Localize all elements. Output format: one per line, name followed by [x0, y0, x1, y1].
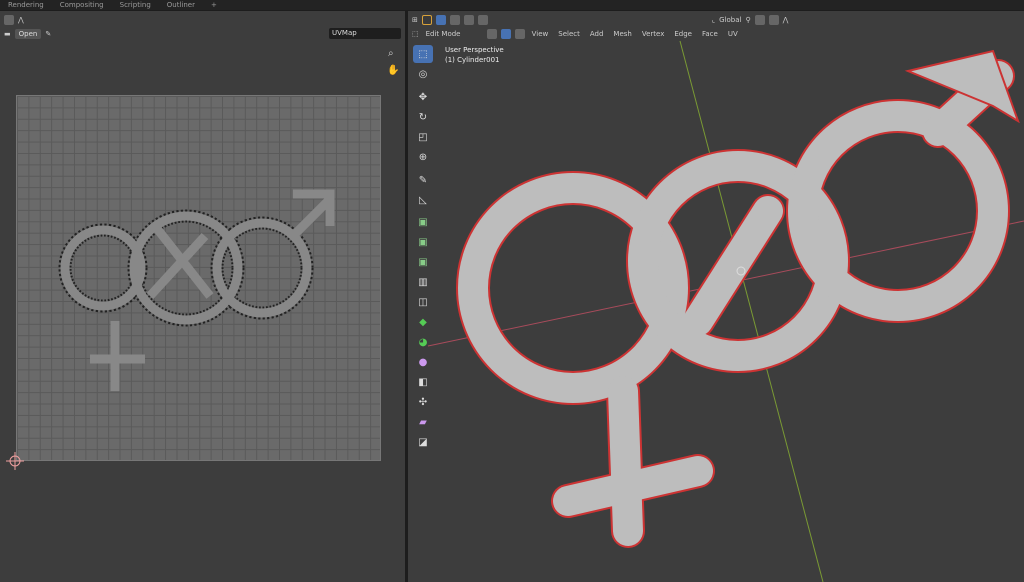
cursor-tool-icon[interactable]: ◎	[413, 65, 433, 83]
menu-uv[interactable]: UV	[725, 30, 741, 38]
transform-orientation-dropdown[interactable]: Global	[719, 16, 741, 24]
mode-dropdown[interactable]: Edit Mode	[423, 30, 483, 38]
menu-edge[interactable]: Edge	[671, 30, 695, 38]
menu-add[interactable]: Add	[587, 30, 607, 38]
select-box-tool-icon[interactable]: ⬚	[413, 45, 433, 63]
viewport-scene	[408, 11, 1024, 582]
edge-select-icon[interactable]	[501, 29, 511, 39]
add-workspace-button[interactable]: +	[203, 1, 225, 9]
uv-islands	[0, 11, 405, 582]
editor-type-icon[interactable]: ⊞	[412, 16, 418, 24]
select-mode-intersect-icon[interactable]	[478, 15, 488, 25]
scale-tool-icon[interactable]: ◰	[413, 128, 433, 146]
move-tool-icon[interactable]: ✥	[413, 88, 433, 106]
smooth-tool-icon[interactable]: ●	[413, 353, 433, 371]
extrude-tool-icon[interactable]: ▣	[413, 213, 433, 231]
mesh-object	[473, 51, 1018, 531]
active-object-label: (1) Cylinder001	[445, 56, 500, 64]
menu-vertex[interactable]: Vertex	[639, 30, 668, 38]
annotate-tool-icon[interactable]: ✎	[413, 171, 433, 189]
shear-tool-icon[interactable]: ▰	[413, 413, 433, 431]
workspace-tabs: Rendering Compositing Scripting Outliner…	[0, 0, 1024, 10]
tab-outliner[interactable]: Outliner	[159, 1, 203, 9]
menu-select[interactable]: Select	[555, 30, 583, 38]
orientation-icon: ⌞	[712, 16, 715, 24]
poly-build-tool-icon[interactable]: ◆	[413, 313, 433, 331]
edit-mode-icon: ⬚	[412, 30, 419, 38]
rotate-tool-icon[interactable]: ↻	[413, 108, 433, 126]
tab-scripting[interactable]: Scripting	[112, 1, 159, 9]
menu-face[interactable]: Face	[699, 30, 721, 38]
snap-icon[interactable]	[755, 15, 765, 25]
measure-tool-icon[interactable]: ◺	[413, 191, 433, 209]
loop-cut-tool-icon[interactable]: ▥	[413, 273, 433, 291]
3d-viewport[interactable]: ⊞ ⌞ Global ⚲ ⋀ ⬚ Edit Mode View Select A…	[408, 11, 1024, 582]
select-mode-new-icon[interactable]	[436, 15, 446, 25]
select-tool-icon[interactable]	[422, 15, 432, 25]
shrink-fatten-tool-icon[interactable]: ✣	[413, 393, 433, 411]
knife-tool-icon[interactable]: ◫	[413, 293, 433, 311]
vertex-select-icon[interactable]	[487, 29, 497, 39]
bevel-tool-icon[interactable]: ▣	[413, 253, 433, 271]
tab-rendering[interactable]: Rendering	[0, 1, 52, 9]
edge-slide-tool-icon[interactable]: ◧	[413, 373, 433, 391]
face-select-icon[interactable]	[515, 29, 525, 39]
menu-mesh[interactable]: Mesh	[610, 30, 634, 38]
viewport-menubar: ⬚ Edit Mode View Select Add Mesh Vertex …	[408, 27, 1024, 40]
select-mode-extend-icon[interactable]	[450, 15, 460, 25]
tab-compositing[interactable]: Compositing	[52, 1, 112, 9]
select-mode-subtract-icon[interactable]	[464, 15, 474, 25]
uv-editor[interactable]: ⋀ ▬ Open ✎ UVMap ⌕ ✋	[0, 11, 405, 582]
falloff-icon[interactable]: ⋀	[783, 16, 789, 24]
menu-view[interactable]: View	[529, 30, 552, 38]
inset-tool-icon[interactable]: ▣	[413, 233, 433, 251]
transform-tool-icon[interactable]: ⊕	[413, 148, 433, 166]
pivot-icon[interactable]: ⚲	[746, 16, 751, 24]
view-perspective-label: User Perspective	[445, 46, 504, 54]
viewport-header: ⊞ ⌞ Global ⚲ ⋀	[408, 13, 1024, 26]
proportional-edit-icon[interactable]	[769, 15, 779, 25]
rip-region-tool-icon[interactable]: ◪	[413, 433, 433, 451]
spin-tool-icon[interactable]: ◕	[413, 333, 433, 351]
